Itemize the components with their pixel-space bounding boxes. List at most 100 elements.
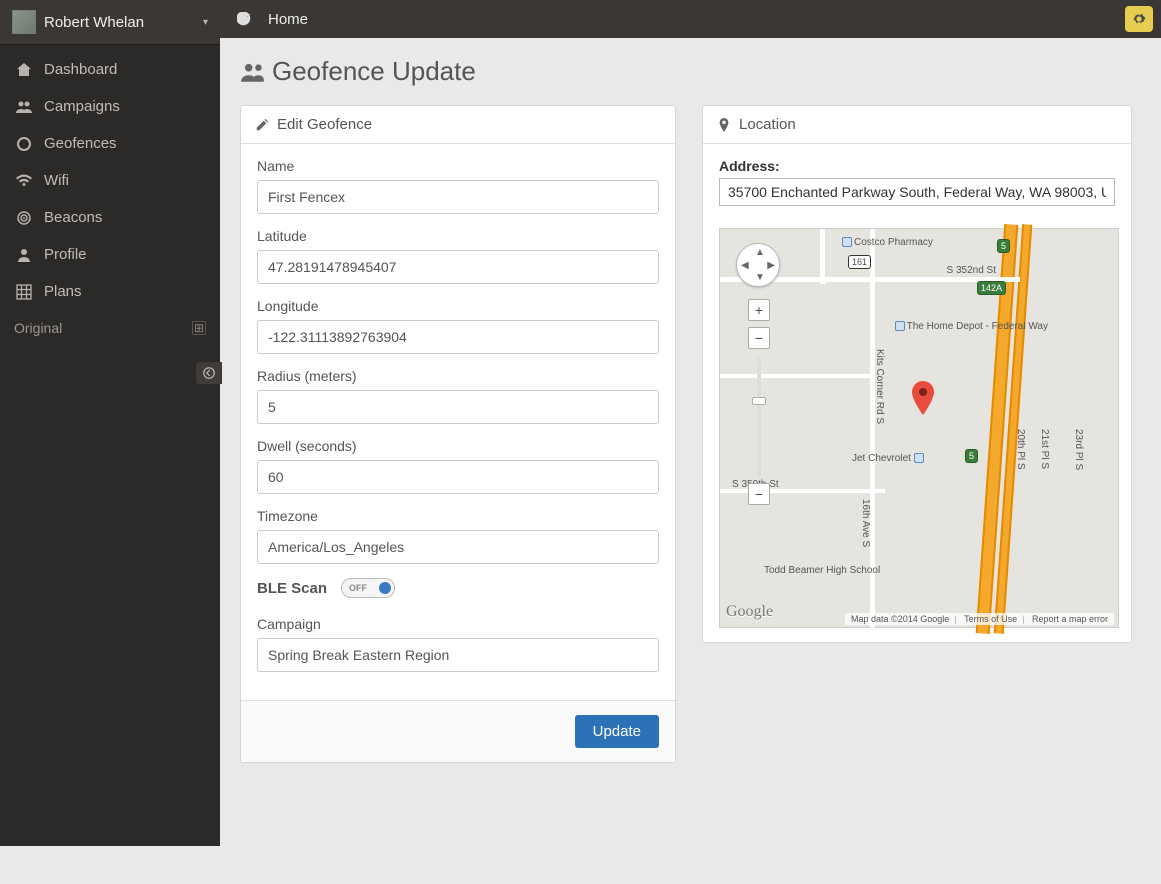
label-radius: Radius (meters) — [257, 368, 659, 384]
map-shield-i5: 5 — [997, 239, 1010, 253]
map-logo: Google — [726, 603, 773, 621]
map-poi-homedepot: The Home Depot - Federal Way — [895, 321, 1048, 332]
map-road-161 — [820, 229, 825, 284]
label-timezone: Timezone — [257, 508, 659, 524]
pan-up-icon[interactable]: ▲ — [755, 247, 765, 258]
address-field[interactable] — [719, 178, 1115, 206]
zoom-thumb[interactable] — [752, 397, 766, 405]
users-icon — [240, 61, 266, 83]
zoom-out-button[interactable]: − — [748, 483, 770, 505]
map-poi-todd: Todd Beamer High School — [764, 565, 880, 576]
map-footer: Map data ©2014 Google| Terms of Use| Rep… — [845, 613, 1114, 625]
sidebar-item-label: Plans — [44, 283, 82, 300]
marker-icon — [912, 381, 934, 415]
sidebar-item-geofences[interactable]: Geofences — [0, 125, 220, 162]
panel-title: Location — [739, 116, 796, 133]
sidebar: Robert Whelan ▾ Dashboard Campaigns Geof… — [0, 0, 220, 846]
chevron-down-icon: ▾ — [203, 17, 208, 28]
arrow-left-icon — [203, 367, 215, 379]
update-button[interactable]: Update — [575, 715, 659, 748]
sidebar-item-label: Profile — [44, 246, 87, 263]
map-zoom-control: + − − — [748, 299, 770, 511]
pan-left-icon[interactable]: ◀ — [741, 260, 749, 271]
sidebar-item-label: Dashboard — [44, 61, 117, 78]
map-pan-control[interactable]: ▲ ▼ ◀ ▶ — [736, 243, 780, 287]
sidebar-item-label: Beacons — [44, 209, 102, 226]
target-icon — [14, 210, 34, 226]
map-roadlabel-21: 21st Pl S — [1039, 429, 1050, 469]
sidebar-item-label: Wifi — [44, 172, 69, 189]
map-poi-costco: Costco Pharmacy — [842, 237, 933, 248]
zoom-in-button[interactable]: + — [748, 299, 770, 321]
radius-field[interactable] — [257, 390, 659, 424]
sidebar-item-plans[interactable]: Plans — [0, 273, 220, 310]
circle-icon — [14, 136, 34, 152]
pin-icon — [717, 118, 731, 132]
label-name: Name — [257, 158, 659, 174]
timezone-field[interactable] — [257, 530, 659, 564]
map-shield-142a: 142A — [977, 281, 1006, 295]
sidebar-item-beacons[interactable]: Beacons — [0, 199, 220, 236]
edit-icon — [255, 118, 269, 132]
pan-down-icon[interactable]: ▼ — [755, 272, 765, 283]
edit-geofence-panel: Edit Geofence Name Latitude Longitude Ra… — [240, 105, 676, 763]
user-name: Robert Whelan — [44, 14, 199, 31]
label-latitude: Latitude — [257, 228, 659, 244]
label-campaign: Campaign — [257, 616, 659, 632]
map-terms-link[interactable]: Terms of Use — [964, 614, 1017, 624]
dwell-field[interactable] — [257, 460, 659, 494]
sidebar-section-original[interactable]: Original ⊞ — [0, 310, 220, 346]
map-road-mid — [720, 374, 870, 378]
refresh-icon — [237, 12, 251, 26]
plus-icon[interactable]: ⊞ — [192, 321, 206, 335]
panel-header-edit: Edit Geofence — [241, 106, 675, 144]
zoom-slider[interactable] — [757, 357, 761, 477]
label-dwell: Dwell (seconds) — [257, 438, 659, 454]
zoom-reset-button[interactable]: − — [748, 327, 770, 349]
longitude-field[interactable] — [257, 320, 659, 354]
settings-button[interactable] — [1125, 6, 1153, 32]
sidebar-item-campaigns[interactable]: Campaigns — [0, 88, 220, 125]
users-icon — [14, 99, 34, 115]
breadcrumb[interactable]: Home — [268, 11, 308, 28]
map-marker[interactable] — [912, 381, 934, 418]
wifi-icon — [14, 173, 34, 189]
toggle-state: OFF — [349, 583, 367, 593]
grid-icon — [14, 284, 34, 300]
map-poi-jet: Jet Chevrolet — [852, 453, 926, 464]
topbar: Home — [220, 0, 1161, 38]
name-field[interactable] — [257, 180, 659, 214]
panel-header-location: Location — [703, 106, 1131, 144]
content: Geofence Update Edit Geofence Name Latit… — [220, 38, 1161, 846]
page-title: Geofence Update — [240, 56, 1141, 87]
campaign-field[interactable] — [257, 638, 659, 672]
latitude-field[interactable] — [257, 250, 659, 284]
sidebar-item-profile[interactable]: Profile — [0, 236, 220, 273]
sidebar-item-wifi[interactable]: Wifi — [0, 162, 220, 199]
map-copyright: Map data ©2014 Google — [851, 614, 949, 624]
label-longitude: Longitude — [257, 298, 659, 314]
gear-icon — [1132, 12, 1146, 26]
location-panel: Location Address: 161 5 — [702, 105, 1132, 643]
map-roadlabel-16: 16th Ave S — [860, 499, 871, 547]
sidebar-collapse-button[interactable] — [196, 362, 222, 384]
panel-title: Edit Geofence — [277, 116, 372, 133]
map-shield-161: 161 — [848, 255, 871, 269]
pan-right-icon[interactable]: ▶ — [767, 260, 775, 271]
map[interactable]: 161 5 5 142A Costco Pharmacy The Home De… — [719, 228, 1119, 628]
ble-toggle[interactable]: OFF — [341, 578, 395, 598]
map-roadlabel-s352: S 352nd St — [947, 265, 996, 276]
nav-list: Dashboard Campaigns Geofences Wifi Beaco… — [0, 45, 220, 310]
avatar — [12, 10, 36, 34]
map-roadlabel-20: 20th Pl S — [1015, 429, 1026, 470]
user-icon — [14, 247, 34, 263]
map-report-link[interactable]: Report a map error — [1032, 614, 1108, 624]
page-title-text: Geofence Update — [272, 56, 476, 87]
map-roadlabel-23: 23rd Pl S — [1073, 429, 1084, 470]
map-shield-i5b: 5 — [965, 449, 978, 463]
sidebar-item-label: Campaigns — [44, 98, 120, 115]
section-label-text: Original — [14, 320, 62, 336]
user-menu[interactable]: Robert Whelan ▾ — [0, 0, 220, 45]
refresh-button[interactable] — [232, 7, 256, 31]
sidebar-item-dashboard[interactable]: Dashboard — [0, 51, 220, 88]
